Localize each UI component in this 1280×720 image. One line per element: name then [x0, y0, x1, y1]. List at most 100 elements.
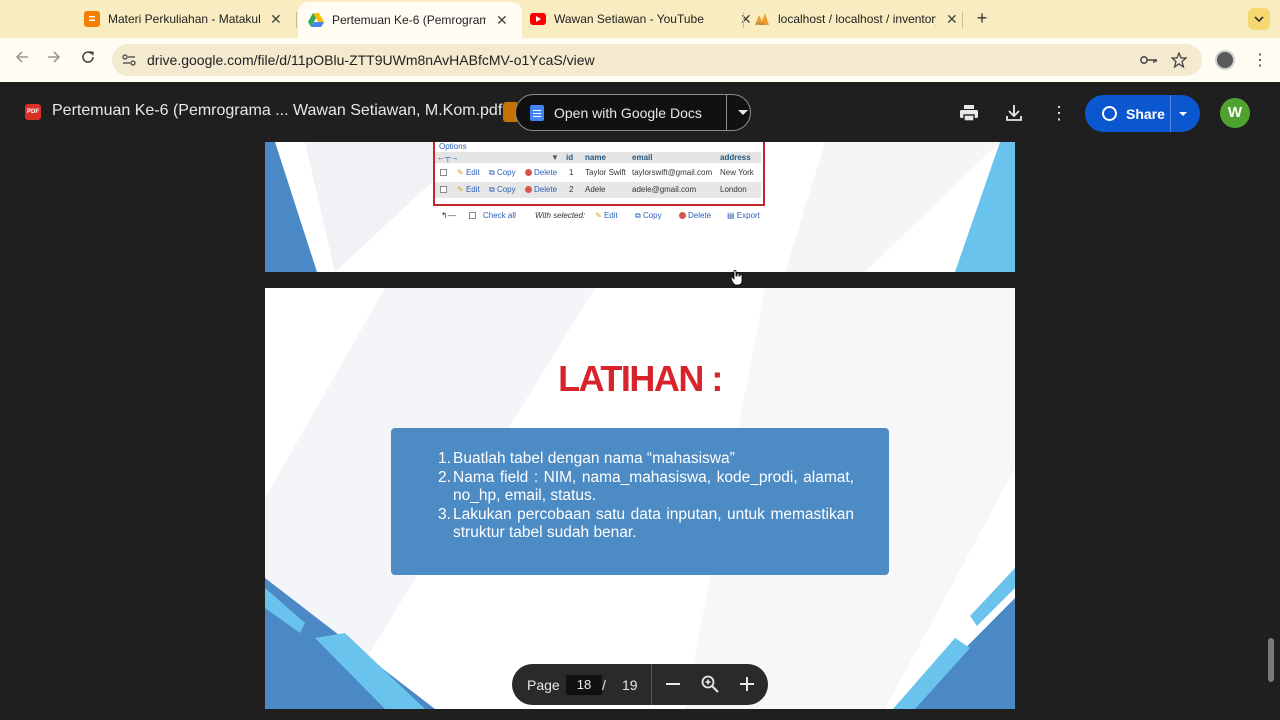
- options-label: Options: [439, 142, 467, 151]
- arrow-up-left-icon: ↰—: [441, 211, 456, 220]
- sort-arrows-icon: ←┬→: [437, 153, 459, 162]
- delete-link: Delete: [525, 185, 557, 194]
- user-avatar[interactable]: W: [1220, 98, 1250, 128]
- tab-strip: Materi Perkuliahan - Matakuliah ✕ Pertem…: [0, 0, 1280, 38]
- pdf-page-17: Options ←┬→ ▼ id name email address ✎ Ed…: [265, 142, 1015, 272]
- globe-icon: [1102, 106, 1117, 121]
- column-header: name: [585, 153, 606, 162]
- tab-materi[interactable]: Materi Perkuliahan - Matakuliah ✕: [74, 0, 292, 38]
- item-text: Buatlah tabel dengan nama “mahasiswa”: [453, 450, 735, 467]
- export-link: ▤ Export: [727, 211, 760, 220]
- back-button[interactable]: [12, 50, 32, 70]
- minus-icon: [666, 683, 680, 685]
- download-icon[interactable]: [1003, 102, 1025, 124]
- pdf-file-icon: PDF: [25, 104, 41, 120]
- forward-button[interactable]: [44, 50, 64, 70]
- new-tab-button[interactable]: +: [972, 8, 992, 28]
- share-button[interactable]: Share: [1085, 95, 1200, 132]
- tab-title: Materi Perkuliahan - Matakuliah: [108, 12, 260, 26]
- tab-pertemuan[interactable]: Pertemuan Ke-6 (Pemrograman ✕: [298, 2, 522, 38]
- check-all-link: Check all: [483, 211, 516, 220]
- tab-search-button[interactable]: [1248, 8, 1270, 30]
- cell-name: Taylor Swift: [585, 168, 626, 177]
- google-drive-icon: [308, 12, 324, 28]
- scrollbar-thumb[interactable]: [1268, 638, 1274, 682]
- zoom-icon: [701, 675, 719, 693]
- page-label: Page: [527, 677, 560, 693]
- profile-avatar[interactable]: [1215, 50, 1235, 70]
- table-footer: ↰— Check all With selected: ✎ Edit ⧉ Cop…: [435, 208, 761, 224]
- cell-address: New York: [720, 168, 754, 177]
- delete-link: Delete: [525, 168, 557, 177]
- cell-id: 2: [569, 185, 574, 194]
- cell-email: adele@gmail.com: [632, 185, 697, 194]
- list-item: 3. Lakukan percobaan satu data inputan, …: [438, 506, 854, 543]
- browser-toolbar: drive.google.com/file/d/11pOBlu-ZTT9UWm8…: [0, 38, 1280, 82]
- bookmark-star-icon[interactable]: [1170, 51, 1188, 69]
- sort-caret-icon: ▼: [551, 153, 559, 162]
- hand-cursor-icon: [731, 270, 743, 286]
- copy-link: ⧉ Copy: [635, 211, 662, 220]
- item-number: 2.: [438, 468, 451, 486]
- share-label: Share: [1126, 105, 1165, 122]
- youtube-icon: [530, 11, 546, 27]
- item-number: 1.: [438, 450, 451, 467]
- drive-viewer-header: PDF Pertemuan Ke-6 (Pemrograma ... Wawan…: [0, 82, 1280, 142]
- page-number-input[interactable]: 18: [566, 675, 602, 695]
- cell-email: taylorswift@gmail.com: [632, 168, 713, 177]
- cell-id: 1: [569, 168, 574, 177]
- copy-link: ⧉ Copy: [489, 185, 516, 194]
- edit-link: ✎ Edit: [457, 168, 480, 177]
- tab-title: Wawan Setiawan - YouTube: [554, 12, 704, 26]
- svg-text:PMA: PMA: [756, 21, 765, 26]
- zoom-out-button[interactable]: [662, 673, 684, 695]
- tab-title: Pertemuan Ke-6 (Pemrograman: [332, 13, 486, 27]
- table-row: ✎ Edit ⧉ Copy Delete 2 Adele adele@gmail…: [435, 182, 761, 198]
- blogger-icon: [84, 11, 100, 27]
- plus-icon: [740, 677, 754, 691]
- google-docs-icon: [530, 104, 544, 121]
- phpmyadmin-table-screenshot: Options ←┬→ ▼ id name email address ✎ Ed…: [433, 142, 769, 230]
- print-icon[interactable]: [958, 102, 980, 124]
- slide-title: LATIHAN :: [558, 358, 723, 399]
- phpmyadmin-icon: PMA: [754, 11, 770, 27]
- close-icon[interactable]: ✕: [496, 12, 508, 29]
- browser-menu-icon[interactable]: ⋮: [1252, 50, 1268, 70]
- zoom-fit-button[interactable]: [699, 673, 721, 695]
- page-separator: /: [602, 677, 606, 693]
- caret-down-icon[interactable]: [1179, 111, 1187, 116]
- exercise-box: 1. Buatlah tabel dengan nama “mahasiswa”…: [391, 428, 889, 575]
- exercise-list: 1. Buatlah tabel dengan nama “mahasiswa”…: [438, 450, 854, 543]
- open-with-label: Open with Google Docs: [554, 104, 702, 121]
- reload-button[interactable]: [78, 50, 98, 70]
- arrow-right-icon: [48, 51, 61, 63]
- delete-link: Delete: [679, 211, 711, 220]
- chevron-down-icon: [1254, 16, 1264, 22]
- list-item: 2. Nama field : NIM, nama_mahasiswa, kod…: [438, 469, 854, 506]
- open-with-button[interactable]: Open with Google Docs: [515, 94, 751, 131]
- item-text: Lakukan percobaan satu data inputan, unt…: [453, 505, 854, 542]
- tab-localhost[interactable]: PMA localhost / localhost / inventory ✕: [744, 0, 968, 38]
- close-icon[interactable]: ✕: [270, 11, 282, 28]
- url-text[interactable]: drive.google.com/file/d/11pOBlu-ZTT9UWm8…: [147, 52, 595, 68]
- zoom-in-button[interactable]: [736, 673, 758, 695]
- edit-link: ✎ Edit: [595, 211, 618, 220]
- column-header: email: [632, 153, 653, 162]
- close-icon[interactable]: ✕: [946, 11, 958, 28]
- more-options-icon[interactable]: ⋮: [1048, 102, 1070, 124]
- document-title: Pertemuan Ke-6 (Pemrograma ... Wawan Set…: [52, 102, 503, 119]
- address-bar[interactable]: drive.google.com/file/d/11pOBlu-ZTT9UWm8…: [112, 44, 1202, 76]
- row-checkbox: [440, 169, 447, 176]
- cell-name: Adele: [585, 185, 606, 194]
- tab-youtube[interactable]: Wawan Setiawan - YouTube ✕: [520, 0, 762, 38]
- tab-title: localhost / localhost / inventory: [778, 12, 936, 26]
- column-header: id: [566, 153, 574, 162]
- key-icon[interactable]: [1140, 51, 1158, 69]
- caret-down-icon[interactable]: [738, 110, 748, 115]
- edit-link: ✎ Edit: [457, 185, 480, 194]
- page-total: 19: [622, 677, 638, 693]
- site-settings-icon[interactable]: [120, 51, 138, 69]
- pdf-page-18: LATIHAN : 1. Buatlah tabel dengan nama “…: [265, 288, 1015, 709]
- arrow-left-icon: [15, 51, 28, 63]
- page-controls: Page 18 / 19: [512, 664, 768, 705]
